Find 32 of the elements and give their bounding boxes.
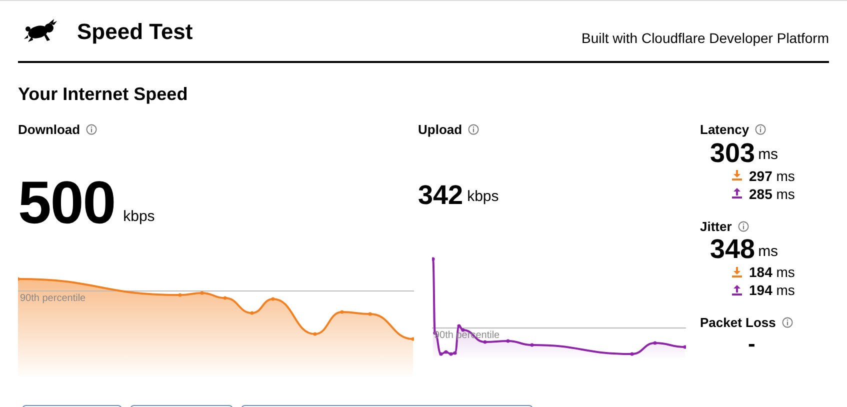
metric-unit: ms — [758, 242, 778, 262]
metric-value: 303 — [710, 140, 756, 166]
speed-value: 342 — [418, 182, 464, 208]
metric-unit: ms — [758, 145, 778, 165]
download-icon — [732, 266, 742, 278]
metric-value: 348 — [710, 236, 756, 263]
speed-unit: kbps — [123, 207, 155, 227]
download-icon — [732, 170, 742, 181]
metric-detail: 184 ms — [749, 263, 795, 281]
page-title: Speed Test — [77, 18, 193, 46]
metric-detail: 297 ms — [749, 166, 795, 184]
upload-icon — [732, 284, 742, 296]
info-icon[interactable] — [782, 317, 793, 328]
packet-loss-value: - — [748, 332, 756, 354]
metric-label: Latency — [700, 121, 750, 139]
info-icon[interactable] — [755, 124, 766, 136]
info-icon[interactable] — [468, 124, 480, 136]
tagline: Built with Cloudflare Developer Platform — [582, 28, 829, 48]
percentile-label: 90th percentile — [20, 294, 86, 304]
info-icon[interactable] — [86, 124, 98, 136]
metric-label: Download — [18, 121, 80, 139]
info-icon[interactable] — [738, 220, 749, 232]
speed-value: 500 — [18, 172, 116, 232]
metric-label: Jitter — [700, 218, 732, 236]
metric-label: Packet Loss — [700, 314, 776, 332]
metric-detail: 194 ms — [749, 281, 795, 299]
rabbit-icon — [24, 19, 58, 43]
speed-unit: kbps — [467, 187, 499, 207]
metric-detail: 285 ms — [749, 184, 795, 202]
metric-label: Upload — [418, 121, 462, 139]
upload-icon — [732, 188, 742, 199]
section-title: Your Internet Speed — [18, 83, 189, 106]
